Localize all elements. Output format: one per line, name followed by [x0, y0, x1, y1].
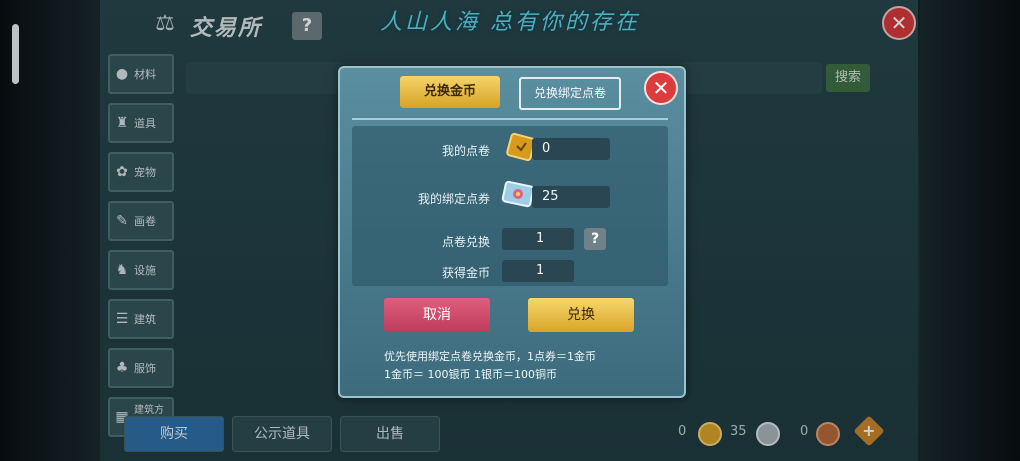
my-bound-points-value: 25 [532, 186, 610, 208]
my-bound-points-label: 我的绑定点券 [417, 192, 490, 206]
divider [352, 118, 668, 120]
gain-gold-value: 1 [502, 260, 574, 282]
close-dialog-button[interactable]: ✕ [644, 71, 678, 105]
cancel-button[interactable]: 取消 [384, 298, 490, 332]
bound-ticket-icon [501, 180, 535, 208]
rule-note-line2: 1金币＝ 100银币 1银币＝100铜币 [384, 368, 557, 381]
exchange-amount-label: 点卷兑换 [441, 235, 490, 249]
exchange-button[interactable]: 兑换 [528, 298, 634, 332]
tab-exchange-bound-points[interactable]: 兑换绑定点卷 [519, 77, 621, 110]
my-points-label: 我的点卷 [441, 144, 490, 158]
gain-gold-label: 获得金币 [441, 266, 490, 280]
exchange-amount-input[interactable]: 1 [502, 228, 574, 250]
exchange-help-button[interactable]: ? [584, 228, 606, 250]
rule-note-line1: 优先使用绑定点卷兑换金币，1点券＝1金币 [384, 350, 596, 363]
tab-exchange-gold[interactable]: 兑换金币 [400, 76, 500, 108]
my-points-value: 0 [532, 138, 610, 160]
